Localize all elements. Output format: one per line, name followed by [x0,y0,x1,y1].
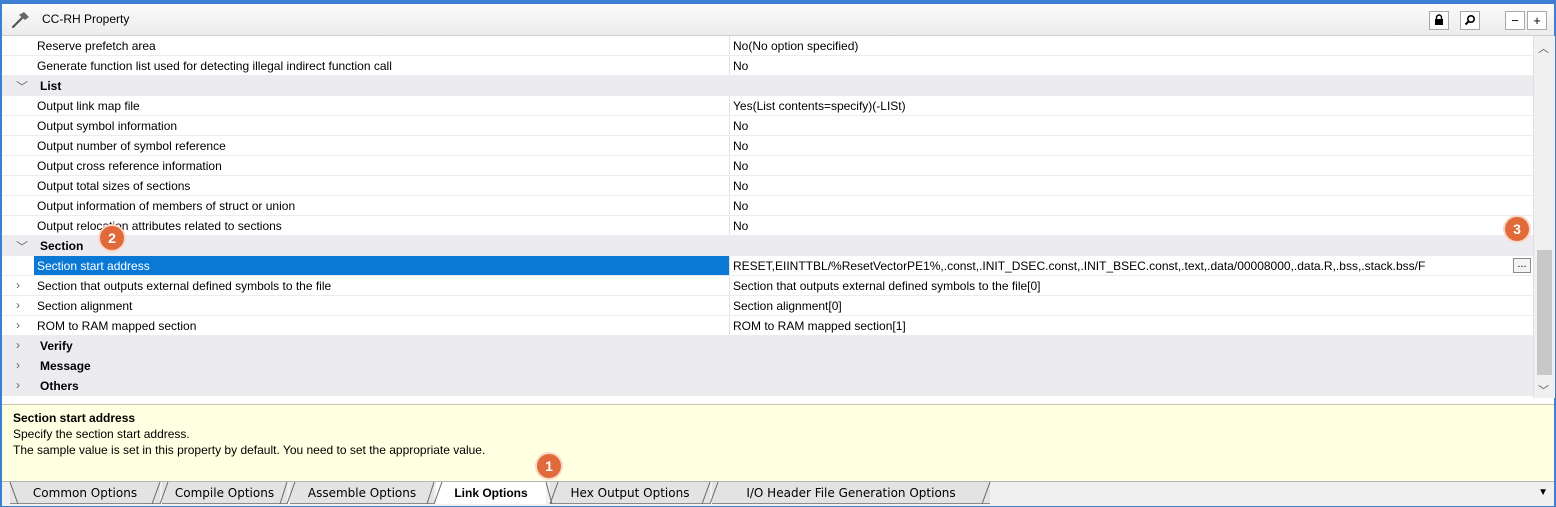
property-row[interactable]: Output relocation attributes related to … [2,216,1533,236]
property-value: ROM to RAM mapped section[1] [733,319,906,333]
property-value: Yes(List contents=specify)(-LISt) [733,99,906,113]
property-name: ROM to RAM mapped section [37,319,197,333]
property-value: No [733,159,749,173]
tab-separators [9,482,991,504]
category-row-others[interactable]: › Others [2,376,1533,396]
category-name: Message [40,359,91,373]
property-row[interactable]: Output cross reference information No [2,156,1533,176]
property-value: No [733,59,749,73]
chevron-right-icon[interactable]: › [16,378,20,392]
chevron-right-icon[interactable]: › [16,318,20,332]
category-name: List [40,79,62,93]
search-icon [1464,14,1476,26]
property-value: No [733,119,749,133]
tab-bar: Common Options Compile Options Assemble … [2,481,1554,506]
property-name: Output number of symbol reference [37,139,226,153]
chevron-down-icon[interactable]: ﹀ [16,238,28,255]
search-button[interactable] [1460,11,1480,30]
callout-marker: 3 [1505,217,1529,241]
property-name: Section that outputs external defined sy… [37,279,332,293]
callout-marker: 2 [100,226,124,250]
category-name: Verify [40,339,73,353]
category-row-verify[interactable]: › Verify [2,336,1533,356]
category-row-section[interactable]: ﹀ Section [2,236,1533,256]
property-value: No [733,199,749,213]
property-row[interactable]: Reserve prefetch area No(No option speci… [2,36,1533,56]
property-value: Section that outputs external defined sy… [733,279,1041,293]
chevron-right-icon[interactable]: › [16,278,20,292]
property-name: Output link map file [37,99,140,113]
lock-icon [1435,14,1443,25]
scroll-down-icon[interactable]: ﹀ [1538,382,1549,398]
property-row[interactable]: Output information of members of struct … [2,196,1533,216]
browse-button[interactable]: ... [1513,258,1531,273]
hammer-icon [11,12,29,29]
property-row[interactable]: Output symbol information No [2,116,1533,136]
category-row-message[interactable]: › Message [2,356,1533,376]
expand-all-button[interactable]: + [1527,11,1547,30]
callout-marker: 1 [537,454,561,478]
chevron-down-icon[interactable]: ﹀ [16,78,28,95]
property-row[interactable]: › Section that outputs external defined … [2,276,1533,296]
scroll-thumb[interactable] [1537,250,1552,375]
property-name: Output symbol information [37,119,178,133]
chevron-right-icon[interactable]: › [16,338,20,352]
property-name: Output information of members of struct … [37,199,296,213]
property-row[interactable]: Output number of symbol reference No [2,136,1533,156]
category-name: Others [40,379,79,393]
property-value: No [733,139,749,153]
property-row[interactable]: › ROM to RAM mapped section ROM to RAM m… [2,316,1533,336]
property-value: Section alignment[0] [733,299,842,313]
property-name: Section alignment [37,299,133,313]
tab-overflow-dropdown-icon[interactable]: ▼ [1538,487,1548,498]
property-name: Output cross reference information [37,159,222,173]
property-name: Output relocation attributes related to … [37,219,282,233]
property-grid: Reserve prefetch area No(No option speci… [2,36,1533,398]
property-row-selected[interactable]: Section start address RESET,EIINTTBL/%Re… [2,256,1533,276]
property-row[interactable]: Generate function list used for detectin… [2,56,1533,76]
property-row[interactable]: Output link map file Yes(List contents=s… [2,96,1533,116]
category-name: Section [40,239,84,253]
property-value: No(No option specified) [733,39,859,53]
window-title: CC-RH Property [42,12,130,26]
description-title: Section start address [13,411,136,425]
property-row[interactable]: › Section alignment Section alignment[0] [2,296,1533,316]
lock-button[interactable] [1429,11,1449,30]
property-value: No [733,179,749,193]
property-value[interactable]: RESET,EIINTTBL/%ResetVectorPE1%,.const,.… [733,259,1509,273]
chevron-right-icon[interactable]: › [16,298,20,312]
description-panel: Section start address Specify the sectio… [2,404,1554,481]
category-row-list[interactable]: ﹀ List [2,76,1533,96]
property-name: Reserve prefetch area [37,39,156,53]
chevron-right-icon[interactable]: › [16,358,20,372]
vertical-scrollbar[interactable]: ︿ ﹀ [1533,36,1555,398]
property-name: Generate function list used for detectin… [37,59,392,73]
property-name: Section start address [37,259,150,273]
scroll-up-icon[interactable]: ︿ [1538,40,1549,56]
property-value: No [733,219,749,233]
description-text: The sample value is set in this property… [13,443,486,457]
description-text: Specify the section start address. [13,427,190,441]
property-name: Output total sizes of sections [37,179,191,193]
property-row[interactable]: Output total sizes of sections No [2,176,1533,196]
collapse-all-button[interactable]: − [1505,11,1525,30]
title-bar: CC-RH Property − + [2,4,1554,36]
